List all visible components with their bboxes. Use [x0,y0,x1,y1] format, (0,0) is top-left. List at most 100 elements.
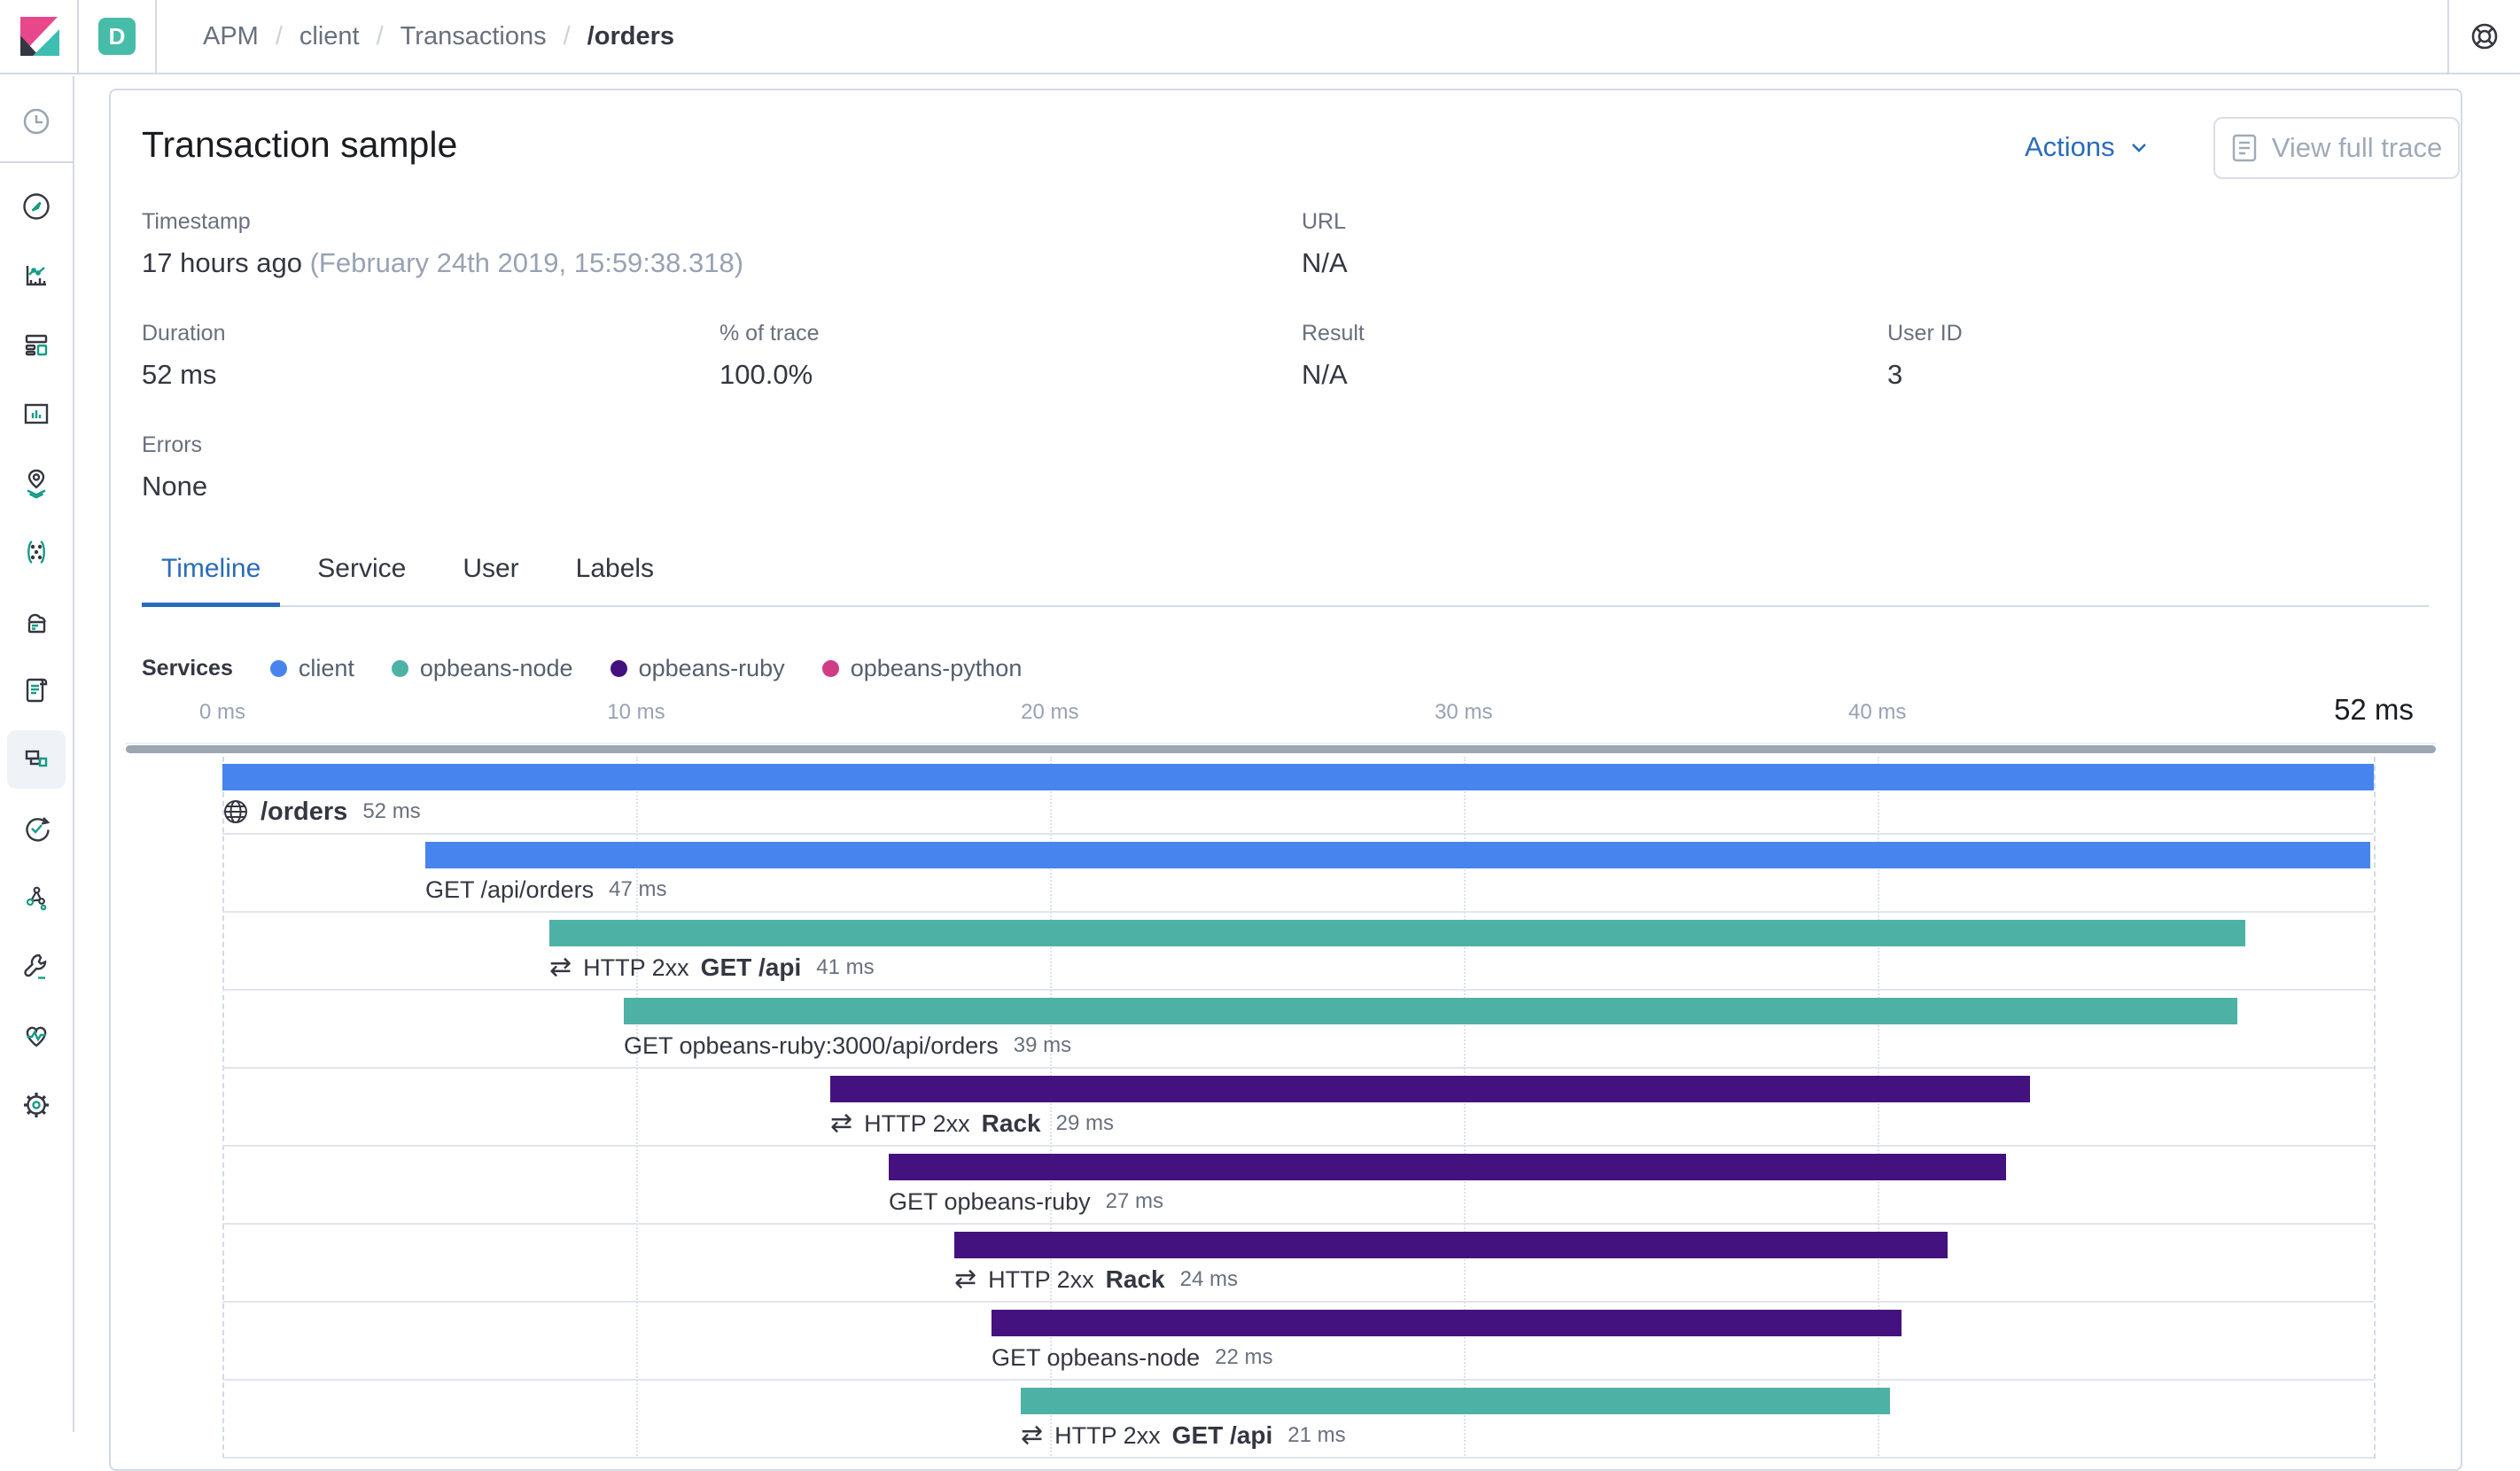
document-icon [2231,133,2258,163]
item-duration: 41 ms [816,955,874,980]
cloud-server-icon [20,605,52,637]
help-button[interactable] [2449,0,2520,74]
item-duration: 21 ms [1287,1423,1345,1448]
span-bar[interactable] [624,998,2237,1024]
transaction-bar[interactable] [1021,1388,1890,1414]
waterfall-row-label: ⇄HTTP 2xxGET /api41 ms [549,952,875,984]
waterfall-row-span[interactable]: GET opbeans-node 22 ms [222,1303,2374,1381]
app-sidebar [0,76,74,1432]
sidebar-item-recently-viewed[interactable] [6,87,66,156]
kibana-logo-icon[interactable] [19,16,60,57]
sidebar-item-infrastructure[interactable] [6,587,66,656]
sidebar-item-apm[interactable] [7,730,66,789]
transaction-bar[interactable] [954,1232,1948,1258]
sidebar-item-discover[interactable] [6,172,66,241]
sidebar-item-management[interactable] [6,1070,66,1140]
space-avatar[interactable]: D [98,18,136,55]
waterfall-scrollbar[interactable] [126,745,2436,753]
metadata-user-id: User ID 3 [1887,321,1963,391]
sidebar-item-dashboard[interactable] [6,310,66,379]
http-status-label: HTTP 2xx [1054,1422,1161,1450]
sidebar-item-machine-learning[interactable] [6,518,66,587]
waterfall-row-transaction[interactable]: /orders52 ms [222,757,2374,835]
view-full-trace-button[interactable]: View full trace [2213,117,2460,179]
legend-item-client: client [270,655,354,682]
tab-service[interactable]: Service [298,554,425,605]
merge-icon: ⇄ [1021,1422,1043,1449]
transaction-bar[interactable] [830,1076,2030,1102]
legend-item-opbeans-python: opbeans-python [822,655,1023,682]
legend-item-opbeans-node: opbeans-node [392,655,573,682]
waterfall-row-transaction[interactable]: ⇄HTTP 2xxRack24 ms [222,1225,2374,1303]
services-legend: Services clientopbeans-nodeopbeans-rubyo… [142,650,1022,686]
sidebar-divider [0,161,74,163]
sidebar-item-visualize[interactable] [6,241,66,310]
uptime-icon [20,813,52,844]
breadcrumb-item: /orders [587,22,674,51]
chevron-down-icon [2127,136,2151,159]
sidebar-item-dev-tools[interactable] [6,932,66,1001]
topbar-divider [155,0,157,74]
waterfall-row-transaction[interactable]: ⇄HTTP 2xxGET /api21 ms [222,1381,2374,1459]
legend-dot [392,660,408,677]
wrench-icon [20,951,52,983]
sidebar-item-monitoring[interactable] [6,1001,66,1070]
item-name: GET opbeans-ruby [889,1188,1091,1216]
canvas-icon [20,398,52,430]
sidebar-item-uptime[interactable] [6,794,66,863]
detail-tabs: Timeline Service User Labels [142,536,2429,607]
clock-icon [20,105,52,137]
waterfall-row-span[interactable]: GET opbeans-ruby:3000/api/orders39 ms [222,991,2374,1069]
bar-line-chart-icon [20,260,52,292]
item-duration: 22 ms [1215,1345,1272,1370]
view-full-trace-label: View full trace [2272,132,2442,164]
waterfall-row-transaction[interactable]: ⇄HTTP 2xxGET /api41 ms [222,913,2374,991]
legend-dot [270,660,287,677]
span-bar[interactable] [425,842,2370,868]
apm-icon [20,743,52,775]
metadata-percent-of-trace: % of trace 100.0% [719,321,820,391]
item-name: GET opbeans-node [992,1344,1200,1372]
waterfall-row-span[interactable]: GET opbeans-ruby 27 ms [222,1147,2374,1225]
sidebar-item-logs[interactable] [6,656,66,725]
waterfall-row-label: ⇄HTTP 2xxGET /api21 ms [1021,1420,1346,1452]
logs-scroll-icon [20,674,52,706]
http-status-label: HTTP 2xx [864,1110,970,1138]
tab-timeline[interactable]: Timeline [142,554,280,605]
sidebar-item-maps[interactable] [6,448,66,518]
item-name: /orders [261,798,347,827]
actions-dropdown[interactable]: Actions [2025,131,2151,163]
map-pin-icon [20,467,52,499]
breadcrumb-separator: / [564,22,571,51]
services-legend-title: Services [142,656,233,681]
item-duration: 27 ms [1106,1189,1163,1214]
merge-icon: ⇄ [830,1110,852,1137]
sidebar-item-canvas[interactable] [6,379,66,448]
waterfall-row-transaction[interactable]: ⇄HTTP 2xxRack29 ms [222,1069,2374,1147]
waterfall-top-border [125,743,2436,744]
metadata-duration: Duration 52 ms [142,321,226,391]
life-ring-icon [2469,20,2501,52]
tab-labels[interactable]: Labels [556,554,673,605]
transaction-sample-panel: Transaction sample Actions View full tra… [109,89,2462,1471]
item-name: GET opbeans-ruby:3000/api/orders [624,1032,999,1060]
tab-user[interactable]: User [443,554,538,605]
compass-icon [20,191,52,222]
transaction-bar[interactable] [549,920,2245,946]
merge-icon: ⇄ [549,954,572,981]
item-name: Rack [982,1109,1041,1138]
http-status-label: HTTP 2xx [583,954,689,982]
breadcrumb-item[interactable]: Transactions [401,22,547,51]
waterfall-row-label: GET opbeans-node 22 ms [992,1342,1273,1374]
breadcrumb-item[interactable]: APM [203,22,259,51]
waterfall-row-span[interactable]: GET /api/orders47 ms [222,835,2374,913]
globe-icon [222,798,249,825]
breadcrumb-item[interactable]: client [299,22,360,51]
transaction-bar[interactable] [222,764,2374,790]
span-bar[interactable] [992,1310,1902,1336]
sidebar-item-graph[interactable] [6,863,66,932]
axis-tick: 30 ms [1435,700,1492,725]
legend-label: opbeans-node [420,655,573,682]
axis-tick: 0 ms [199,700,245,725]
span-bar[interactable] [889,1154,2006,1180]
